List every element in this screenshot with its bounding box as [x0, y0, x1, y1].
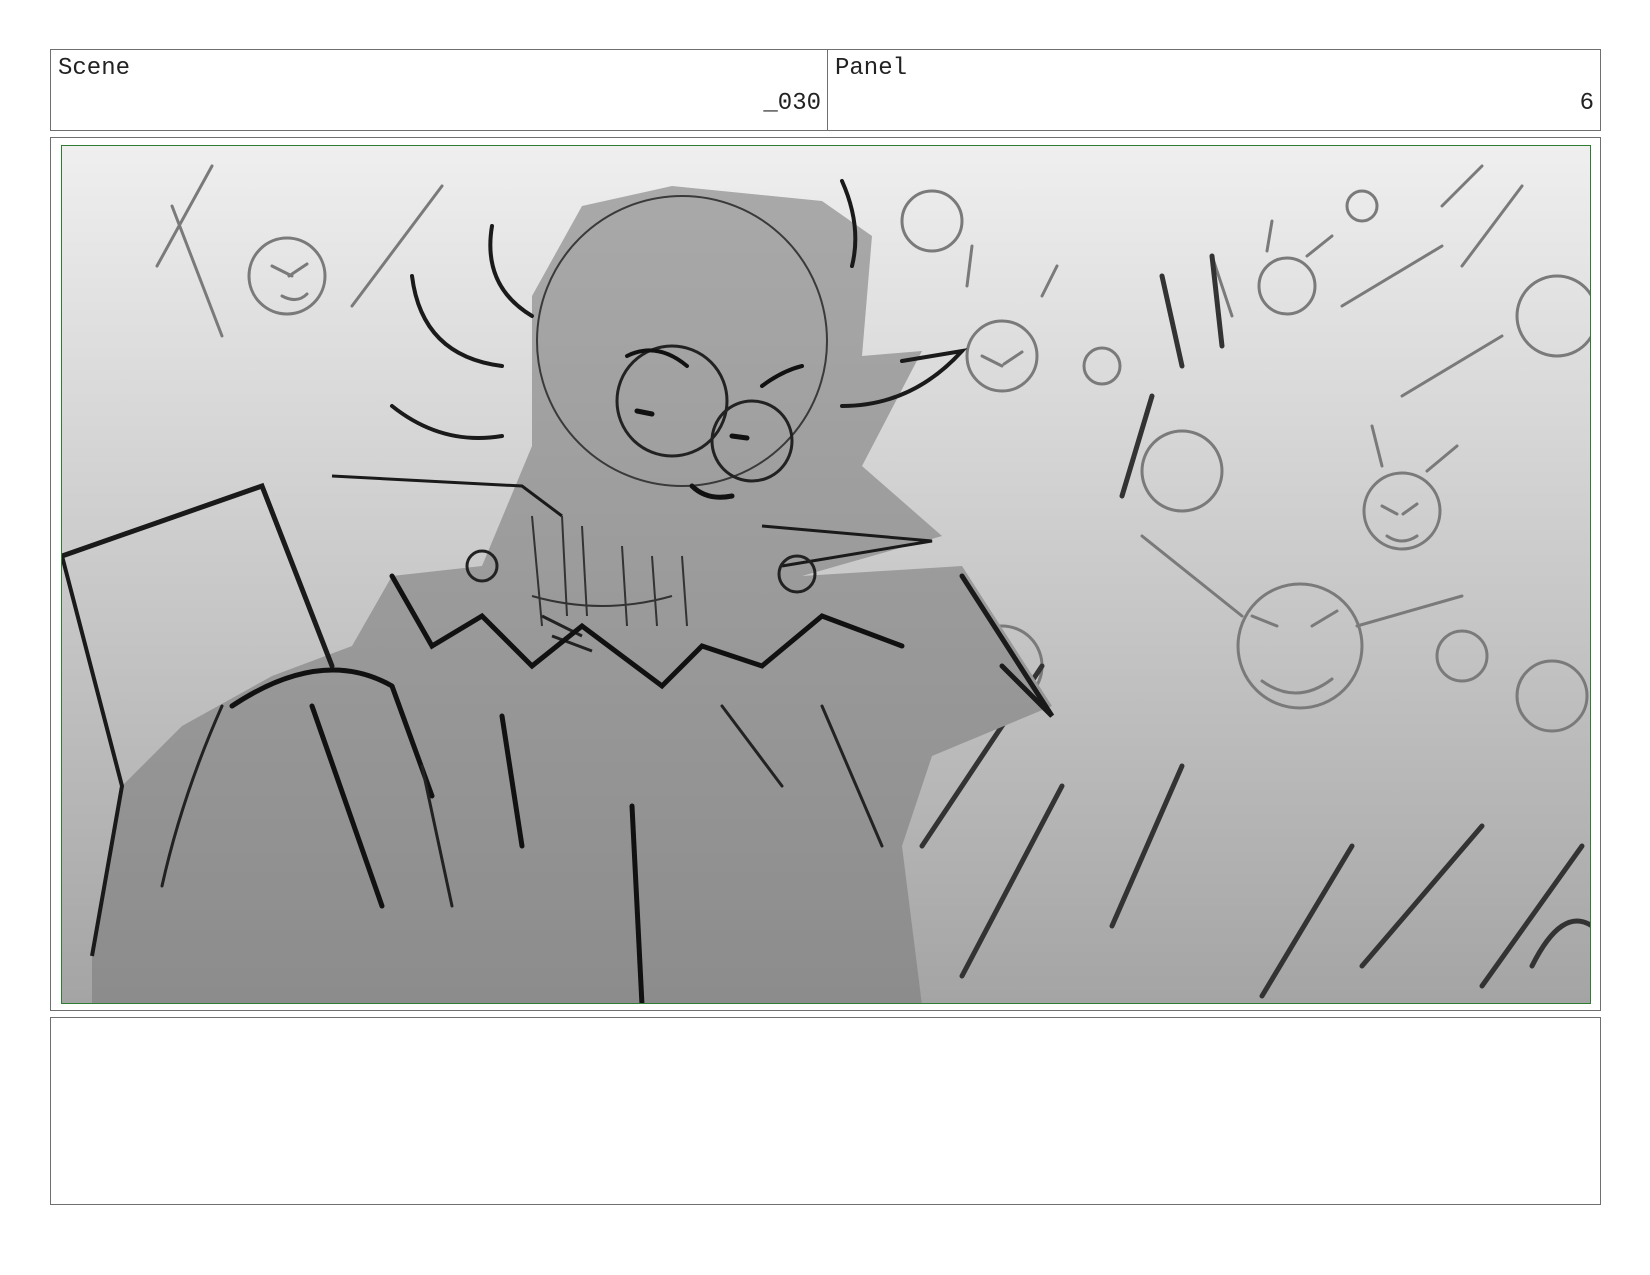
scene-cell: Scene _030 — [51, 50, 828, 130]
scene-label: Scene — [58, 55, 131, 82]
panel-label: Panel — [835, 55, 908, 82]
panel-image — [61, 145, 1591, 1004]
notes-box — [50, 1017, 1601, 1205]
storyboard-header: Scene _030 Panel 6 — [50, 49, 1601, 131]
panel-cell: Panel 6 — [828, 50, 1600, 130]
sketch-illustration — [62, 146, 1590, 1003]
scene-number: _030 — [763, 90, 821, 117]
panel-number: 6 — [1579, 90, 1594, 117]
